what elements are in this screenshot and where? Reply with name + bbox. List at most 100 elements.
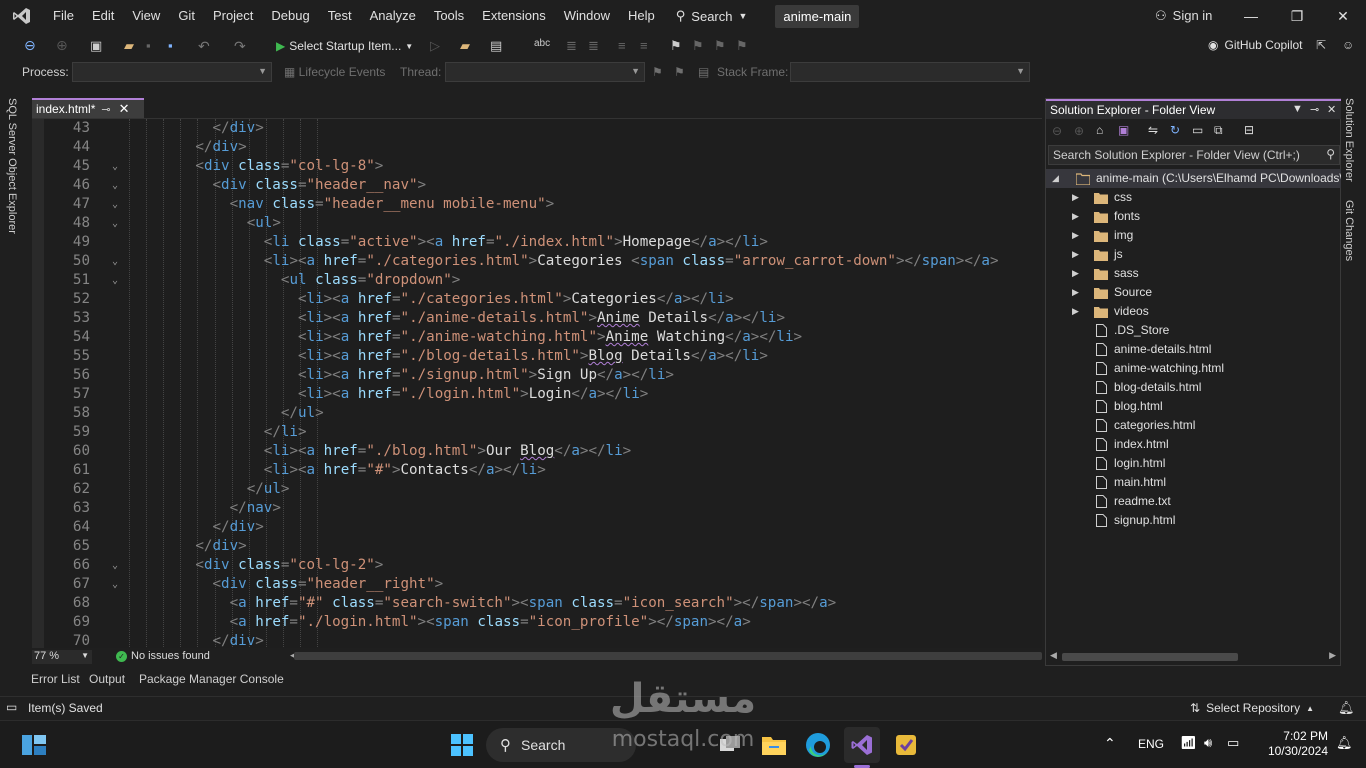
code-line[interactable]: 54 <li><a href="./anime-watching.html">An… bbox=[32, 328, 1042, 347]
close-window-button[interactable]: ✕ bbox=[1320, 0, 1366, 32]
properties-icon[interactable]: ⊟ bbox=[1244, 123, 1254, 137]
process-dropdown[interactable]: ▼ bbox=[72, 62, 272, 82]
code-line[interactable]: 43 </div> bbox=[32, 119, 1042, 138]
restore-button[interactable]: ❐ bbox=[1274, 0, 1320, 32]
expand-arrow-icon[interactable]: ▶ bbox=[1072, 226, 1079, 245]
select-repository-button[interactable]: ⇅ Select Repository ▲ bbox=[1190, 701, 1314, 715]
code-line[interactable]: 69 <a href="./login.html"><span class="ic… bbox=[32, 613, 1042, 632]
navigate-back-icon[interactable]: ⊖ bbox=[24, 37, 40, 53]
next-bookmark-icon[interactable]: ⚑ bbox=[714, 38, 730, 54]
zoom-dropdown[interactable]: 77 % ▼ bbox=[32, 650, 92, 664]
back-icon[interactable]: ⊖ bbox=[1052, 124, 1062, 138]
redo-icon[interactable]: ↷ bbox=[234, 38, 250, 54]
menu-project[interactable]: Project bbox=[204, 0, 262, 32]
show-all-files-icon[interactable]: ⧉ bbox=[1214, 123, 1223, 138]
code-line[interactable]: 59 </li> bbox=[32, 423, 1042, 442]
app-installer-icon[interactable] bbox=[888, 727, 924, 763]
tree-file-item[interactable]: index.html bbox=[1046, 435, 1342, 454]
tree-folder-js[interactable]: ▶ js bbox=[1046, 245, 1342, 264]
select-startup-item-button[interactable]: ▶ Select Startup Item... ▼ bbox=[276, 36, 413, 56]
code-line[interactable]: 50 ⌄ <li><a href="./categories.html">Categ… bbox=[32, 252, 1042, 271]
code-line[interactable]: 67 ⌄ <div class="header__right"> bbox=[32, 575, 1042, 594]
menu-edit[interactable]: Edit bbox=[83, 0, 123, 32]
widgets-icon[interactable] bbox=[16, 727, 52, 763]
tree-folder-css[interactable]: ▶ css bbox=[1046, 188, 1342, 207]
menu-test[interactable]: Test bbox=[319, 0, 361, 32]
clear-bookmarks-icon[interactable]: ⚑ bbox=[736, 38, 752, 54]
code-line[interactable]: 45 ⌄ <div class="col-lg-8"> bbox=[32, 157, 1042, 176]
solution-explorer-horizontal-scrollbar[interactable]: ◀ ▶ bbox=[1048, 650, 1338, 663]
comment-icon[interactable]: ≡ bbox=[618, 38, 634, 54]
edge-browser-icon[interactable] bbox=[800, 727, 836, 763]
prev-bookmark-icon[interactable]: ⚑ bbox=[692, 38, 708, 54]
visual-studio-taskbar-icon[interactable] bbox=[844, 727, 880, 763]
code-line[interactable]: 61 <li><a href="#">Contacts</a></li> bbox=[32, 461, 1042, 480]
notification-bell-icon[interactable]: 🔔︎ bbox=[1336, 735, 1353, 751]
code-line[interactable]: 63 </nav> bbox=[32, 499, 1042, 518]
solution-name-badge[interactable]: anime-main bbox=[775, 4, 860, 28]
search-button[interactable]: ⚲ Search ▼ bbox=[676, 8, 748, 24]
share-icon[interactable]: ⇱ bbox=[1316, 38, 1332, 54]
tree-file-item[interactable]: .DS_Store bbox=[1046, 321, 1342, 340]
tree-file-item[interactable]: blog-details.html bbox=[1046, 378, 1342, 397]
tab-output[interactable]: Output bbox=[89, 672, 125, 691]
expand-arrow-icon[interactable]: ▶ bbox=[1072, 245, 1079, 264]
sign-in-button[interactable]: ⚇ Sign in bbox=[1155, 0, 1212, 32]
scroll-left-icon[interactable]: ◀ bbox=[1050, 650, 1057, 661]
tree-folder-fonts[interactable]: ▶ fonts bbox=[1046, 207, 1342, 226]
tree-file-item[interactable]: anime-details.html bbox=[1046, 340, 1342, 359]
menu-file[interactable]: File bbox=[44, 0, 83, 32]
fold-toggle-icon[interactable]: ⌄ bbox=[112, 556, 118, 575]
horizontal-scrollbar[interactable] bbox=[294, 652, 1042, 660]
tree-folder-videos[interactable]: ▶ videos bbox=[1046, 302, 1342, 321]
expand-arrow-icon[interactable]: ▶ bbox=[1072, 207, 1079, 226]
code-line[interactable]: 55 <li><a href="./blog-details.html">Blog… bbox=[32, 347, 1042, 366]
code-line[interactable]: 68 <a href="#" class="search-switch"><spa… bbox=[32, 594, 1042, 613]
home-icon[interactable]: ⌂ bbox=[1096, 123, 1103, 137]
menu-debug[interactable]: Debug bbox=[262, 0, 318, 32]
browser-link-icon[interactable]: ▤ bbox=[490, 38, 506, 54]
solution-explorer-search-input[interactable]: Search Solution Explorer - Folder View (… bbox=[1048, 145, 1340, 165]
refresh-icon[interactable]: ↻ bbox=[1170, 123, 1180, 137]
tree-file-item[interactable]: categories.html bbox=[1046, 416, 1342, 435]
code-line[interactable]: 47 ⌄ <nav class="header__menu mobile-menu"… bbox=[32, 195, 1042, 214]
visual-studio-logo-icon[interactable] bbox=[0, 0, 44, 32]
align-left-icon[interactable]: ≣ bbox=[566, 38, 582, 54]
close-panel-icon[interactable]: ✕ bbox=[1327, 103, 1336, 116]
collapse-arrow-icon[interactable]: ◢ bbox=[1052, 169, 1059, 188]
tree-file-item[interactable]: anime-watching.html bbox=[1046, 359, 1342, 378]
tree-folder-img[interactable]: ▶ img bbox=[1046, 226, 1342, 245]
code-line[interactable]: 70 </div> bbox=[32, 632, 1042, 648]
tree-folder-sass[interactable]: ▶ sass bbox=[1046, 264, 1342, 283]
fold-toggle-icon[interactable]: ⌄ bbox=[112, 252, 118, 271]
fold-toggle-icon[interactable]: ⌄ bbox=[112, 575, 118, 594]
fold-toggle-icon[interactable]: ⌄ bbox=[112, 214, 118, 233]
threads-icon[interactable]: ⚑ bbox=[674, 65, 685, 79]
code-line[interactable]: 52 <li><a href="./categories.html">Catego… bbox=[32, 290, 1042, 309]
close-tab-icon[interactable]: ✕ bbox=[119, 101, 130, 117]
expand-arrow-icon[interactable]: ▶ bbox=[1072, 188, 1079, 207]
save-all-icon[interactable]: ▪ bbox=[168, 38, 184, 54]
volume-icon[interactable]: 🔊︎ bbox=[1204, 735, 1212, 751]
code-line[interactable]: 48 ⌄ <ul> bbox=[32, 214, 1042, 233]
tree-folder-source[interactable]: ▶ Source bbox=[1046, 283, 1342, 302]
code-line[interactable]: 62 </ul> bbox=[32, 480, 1042, 499]
feedback-icon[interactable]: ☺ bbox=[1342, 38, 1358, 54]
sync-icon[interactable]: ⇋ bbox=[1148, 123, 1158, 137]
tree-root-item[interactable]: ◢ anime-main (C:\Users\Elhamd PC\Downloa… bbox=[1046, 169, 1343, 188]
git-changes-side-tab[interactable]: Git Changes bbox=[1343, 200, 1355, 261]
tree-file-item[interactable]: blog.html bbox=[1046, 397, 1342, 416]
wifi-icon[interactable]: 📶︎ bbox=[1180, 735, 1197, 751]
menu-analyze[interactable]: Analyze bbox=[361, 0, 425, 32]
code-line[interactable]: 66 ⌄ <div class="col-lg-2"> bbox=[32, 556, 1042, 575]
tree-file-item[interactable]: readme.txt bbox=[1046, 492, 1342, 511]
github-copilot-button[interactable]: ◉ GitHub Copilot bbox=[1208, 38, 1303, 52]
document-tab-index-html[interactable]: index.html* ⊸ ✕ bbox=[32, 98, 144, 118]
start-windows-icon[interactable] bbox=[444, 727, 480, 763]
notifications-icon[interactable]: 🔔︎ bbox=[1338, 700, 1355, 716]
switch-views-icon[interactable]: ▣ bbox=[1118, 123, 1129, 137]
tree-file-item[interactable]: main.html bbox=[1046, 473, 1342, 492]
menu-view[interactable]: View bbox=[123, 0, 169, 32]
window-position-dropdown-icon[interactable]: ▼ bbox=[1292, 103, 1303, 115]
collapse-all-icon[interactable]: ▭ bbox=[1192, 123, 1203, 137]
